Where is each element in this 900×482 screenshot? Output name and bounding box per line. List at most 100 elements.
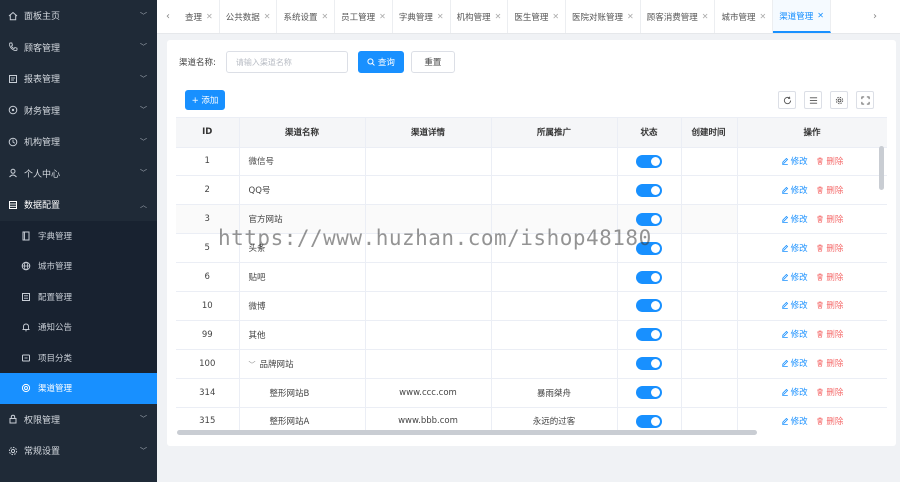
close-icon[interactable]: ✕ — [379, 12, 386, 21]
close-icon[interactable]: ✕ — [817, 11, 824, 20]
tab-6[interactable]: 医生管理 ✕ — [508, 0, 567, 33]
column-header-name[interactable]: 渠道名称 — [239, 118, 366, 148]
table-row[interactable]: 100 ﹀ 品牌网站 修改 删除 — [176, 349, 887, 379]
sidebar-subitem-1[interactable]: 城市管理 — [0, 251, 157, 282]
cell-created — [681, 204, 738, 235]
edit-button[interactable]: 修改 — [781, 328, 808, 340]
expand-caret-icon[interactable]: ﹀ — [249, 361, 256, 369]
edit-button[interactable]: 修改 — [781, 271, 808, 283]
sidebar-item-5[interactable]: 个人中心 ﹀ — [0, 158, 157, 190]
close-icon[interactable]: ✕ — [264, 12, 271, 21]
delete-button[interactable]: 删除 — [816, 386, 843, 398]
column-header-promo[interactable]: 所属推广 — [491, 118, 618, 148]
sidebar-item-6[interactable]: 数据配置 ︿ — [0, 189, 157, 221]
delete-button[interactable]: 删除 — [816, 155, 843, 167]
table-row[interactable]: 3 官方网站 修改 删除 — [176, 204, 887, 235]
table-row[interactable]: 10 微博 修改 删除 — [176, 291, 887, 321]
edit-button[interactable]: 修改 — [781, 357, 808, 369]
column-header-detail[interactable]: 渠道详情 — [365, 118, 492, 148]
status-toggle[interactable] — [636, 299, 662, 313]
tab-scroll-left-icon[interactable]: ‹ — [157, 0, 179, 33]
fullscreen-icon[interactable] — [856, 91, 874, 109]
delete-button[interactable]: 删除 — [816, 357, 843, 369]
status-toggle[interactable] — [636, 270, 662, 284]
status-toggle[interactable] — [636, 241, 662, 255]
tab-2[interactable]: 系统设置 ✕ — [277, 0, 336, 33]
sidebar-subitem-4[interactable]: 项目分类 — [0, 342, 157, 373]
query-button[interactable]: 查询 — [357, 51, 404, 73]
sidebar-bottom-item-0[interactable]: 权限管理 ﹀ — [0, 404, 157, 436]
status-toggle[interactable] — [636, 328, 662, 342]
delete-button[interactable]: 删除 — [816, 328, 843, 340]
edit-button[interactable]: 修改 — [781, 242, 808, 254]
delete-button[interactable]: 删除 — [816, 271, 843, 283]
tab-10[interactable]: 渠道管理 ✕ — [773, 0, 831, 33]
close-icon[interactable]: ✕ — [321, 12, 328, 21]
close-icon[interactable]: ✕ — [627, 12, 634, 21]
status-toggle[interactable] — [636, 414, 662, 428]
chevron-down-icon: ﹀ — [140, 106, 147, 115]
column-header-status[interactable]: 状态 — [617, 118, 682, 148]
sidebar-item-2[interactable]: 报表管理 ﹀ — [0, 63, 157, 95]
tab-scroll-right-icon[interactable]: › — [864, 0, 886, 33]
status-toggle[interactable] — [636, 183, 662, 197]
column-header-created[interactable]: 创建时间 — [681, 118, 738, 148]
refresh-icon[interactable] — [778, 91, 796, 109]
tab-5[interactable]: 机构管理 ✕ — [451, 0, 509, 33]
table-row[interactable]: 2 QQ号 修改 删除 — [176, 175, 887, 206]
tab-9[interactable]: 城市管理 ✕ — [715, 0, 774, 33]
tab-3[interactable]: 员工管理 ✕ — [335, 0, 393, 33]
horizontal-scrollbar[interactable] — [177, 430, 757, 435]
close-icon[interactable]: ✕ — [495, 12, 502, 21]
delete-button[interactable]: 删除 — [816, 184, 843, 196]
edit-button[interactable]: 修改 — [781, 213, 808, 225]
column-settings-icon[interactable] — [830, 91, 848, 109]
edit-button[interactable]: 修改 — [781, 299, 808, 311]
tab-0[interactable]: 查理 ✕ — [179, 0, 220, 33]
delete-button[interactable]: 删除 — [816, 213, 843, 225]
density-icon[interactable] — [804, 91, 822, 109]
status-toggle[interactable] — [636, 357, 662, 371]
status-toggle[interactable] — [636, 386, 662, 400]
close-icon[interactable]: ✕ — [437, 12, 444, 21]
close-icon[interactable]: ✕ — [702, 12, 709, 21]
sidebar-bottom-item-1[interactable]: 常规设置 ﹀ — [0, 435, 157, 467]
table-row[interactable]: 6 贴吧 修改 删除 — [176, 262, 887, 292]
cell-actions: 修改 删除 — [737, 147, 887, 177]
edit-button[interactable]: 修改 — [781, 415, 808, 427]
sidebar-item-1[interactable]: 顾客管理 ﹀ — [0, 32, 157, 64]
close-icon[interactable]: ✕ — [206, 12, 213, 21]
delete-button[interactable]: 删除 — [816, 415, 843, 427]
status-toggle[interactable] — [636, 154, 662, 168]
sidebar-subitem-2[interactable]: 配置管理 — [0, 281, 157, 312]
table-row[interactable]: 1 微信号 修改 删除 — [176, 147, 887, 177]
table-row[interactable]: 314 整形网站B www.ccc.com 暴雨桀舟 修改 删除 — [176, 378, 887, 408]
column-header-id[interactable]: ID — [176, 118, 240, 148]
vertical-scrollbar[interactable] — [879, 146, 884, 190]
close-icon[interactable]: ✕ — [552, 12, 559, 21]
channel-name-input[interactable] — [225, 51, 348, 73]
close-icon[interactable]: ✕ — [759, 12, 766, 21]
status-toggle[interactable] — [636, 212, 662, 226]
table-row[interactable]: 5 头条 修改 删除 — [176, 233, 887, 264]
edit-button[interactable]: 修改 — [781, 184, 808, 196]
add-button[interactable]: + 添加 — [185, 90, 225, 110]
delete-button[interactable]: 删除 — [816, 242, 843, 254]
sidebar-item-4[interactable]: 机构管理 ﹀ — [0, 126, 157, 158]
sidebar-item-3[interactable]: 财务管理 ﹀ — [0, 95, 157, 127]
reset-button[interactable]: 重置 — [410, 51, 455, 73]
delete-button[interactable]: 删除 — [816, 299, 843, 311]
tab-4[interactable]: 字典管理 ✕ — [393, 0, 451, 33]
sidebar-subitem-5[interactable]: 渠道管理 — [0, 373, 157, 404]
tab-label: 医生管理 — [514, 12, 549, 23]
sidebar-subitem-0[interactable]: 字典管理 — [0, 220, 157, 251]
tab-menu-icon[interactable] — [886, 0, 900, 33]
tab-8[interactable]: 顾客消费管理 ✕ — [641, 0, 716, 33]
table-row[interactable]: 99 其他 修改 删除 — [176, 320, 887, 350]
sidebar-item-0[interactable]: 面板主页 ﹀ — [0, 0, 157, 32]
tab-1[interactable]: 公共数据 ✕ — [220, 0, 278, 33]
edit-button[interactable]: 修改 — [781, 155, 808, 167]
tab-7[interactable]: 医院对账管理 ✕ — [566, 0, 641, 33]
sidebar-subitem-3[interactable]: 通知公告 — [0, 312, 157, 343]
edit-button[interactable]: 修改 — [781, 386, 808, 398]
